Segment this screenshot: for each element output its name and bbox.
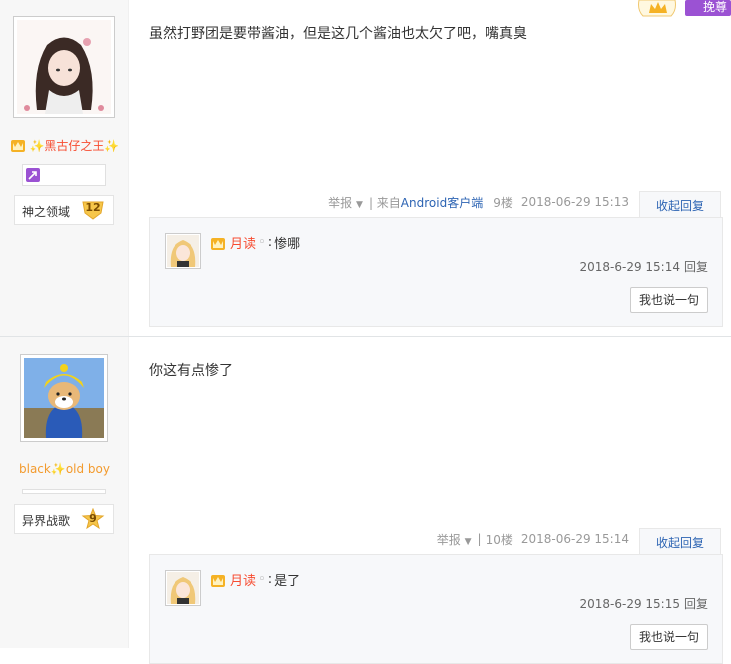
level-star-badge-icon: 9 [81,507,105,530]
collapse-replies-button[interactable]: 收起回复 [638,528,721,556]
blonde-anime-avatar-image [167,235,199,267]
author-name-text-part2: old boy [65,462,110,476]
post-tail: 举报 ▼ | 10楼 2018-06-29 15:14 收起回复 [425,528,721,556]
author-avatar[interactable] [13,16,115,118]
reply-meta: 2018-6-29 15:14 回复 [579,258,708,275]
name-sparkle-left: ✨ [29,139,45,153]
reply-link[interactable]: 回复 [684,260,708,274]
post-time: 2018-06-29 15:13 [520,195,629,209]
anime-girl-avatar-image [17,20,111,114]
reply-text: 惨哪 [274,237,301,252]
post-content: 你这有点惨了 [149,363,233,379]
author-sidebar: ✨黑古仔之王✨ 神之领域 12 [0,0,129,336]
reply-time: 2018-6-29 15:15 [579,597,680,611]
reply-author-name[interactable]: 月读 [230,570,256,589]
level-badge-icon: 12 [81,199,105,221]
source-prefix: | 来自 [368,195,401,210]
report-link[interactable]: 举报 ▼ [322,194,363,211]
user-level-box [22,164,106,186]
forum-level-card[interactable]: 异界战歌 9 [14,504,114,534]
chevron-down-icon: ▼ [464,536,472,547]
reply-meta: 2018-6-29 15:15 回复 [579,595,708,612]
reply-avatar[interactable] [165,233,201,269]
floor-number: 10楼 [485,532,513,547]
chevron-down-icon: ▼ [356,199,363,210]
reply-time: 2018-6-29 15:14 [579,260,680,274]
author-name-text: 黑古仔之王 [44,139,105,153]
vip-crown-icon [210,572,226,588]
forum-level-card[interactable]: 神之领域 12 [14,195,114,225]
floor-number: 9楼 [493,195,513,210]
name-sparkle: ✨ [50,462,66,476]
reply-line: 月读 ◦ : 是了 [210,570,300,589]
reply-text: 是了 [274,574,301,589]
post-time: 2018-06-29 15:14 [520,532,629,546]
post-floor-10: black✨old boy 异界战歌 9 你这有点惨了 举报 ▼ | 10楼 2… [0,337,731,664]
author-name-text-part1: black [19,462,51,476]
name-sparkle-right: ✨ [104,139,120,153]
reply-avatar[interactable] [165,570,201,606]
level-progress-bar [22,489,106,494]
author-avatar[interactable] [20,354,108,442]
forum-level-number: 12 [85,201,101,214]
forum-name: 神之领域 [22,205,71,219]
report-label: 举报 [328,195,353,210]
tail-separator: | [477,532,482,546]
collapse-replies-button[interactable]: 收起回复 [638,191,721,219]
blonde-anime-avatar-image [167,572,199,604]
reply-separator: : [267,235,273,250]
say-something-button[interactable]: 我也说一句 [630,624,708,650]
zodiac-icon [26,168,40,182]
reply-line: 月读 ◦ : 惨哪 [210,233,300,252]
vip-crown-icon [10,137,26,153]
forum-name: 异界战歌 [22,514,71,528]
reply-author-name[interactable]: 月读 [230,233,256,252]
android-client-link[interactable]: Android客户端 [401,194,483,211]
reply-panel: 月读 ◦ : 惨哪 2018-6-29 15:14 回复 我也说一句 [149,217,723,327]
reply-author-dot: ◦ [258,235,266,250]
vip-crown-icon [210,235,226,251]
reply-author-dot: ◦ [258,572,266,587]
reply-link[interactable]: 回复 [684,597,708,611]
post-tail: 举报 ▼ | 来自 Android客户端 9楼 2018-06-29 15:13 … [316,191,721,219]
shiba-dog-avatar-image [24,358,104,438]
author-name[interactable]: black✨old boy [0,462,129,476]
author-name[interactable]: ✨黑古仔之王✨ [0,137,129,154]
reply-separator: : [267,572,273,587]
forum-level-number: 9 [89,512,97,525]
post-floor-9: ✨黑古仔之王✨ 神之领域 12 虽然打野团是要带酱油，但是这几个酱油也太欠了吧，… [0,0,731,336]
report-link[interactable]: 举报 ▼ [431,531,472,548]
post-content: 虽然打野团是要带酱油，但是这几个酱油也太欠了吧，嘴真臭 [149,26,527,42]
author-sidebar: black✨old boy 异界战歌 9 [0,337,129,648]
say-something-button[interactable]: 我也说一句 [630,287,708,313]
report-label: 举报 [436,532,461,547]
